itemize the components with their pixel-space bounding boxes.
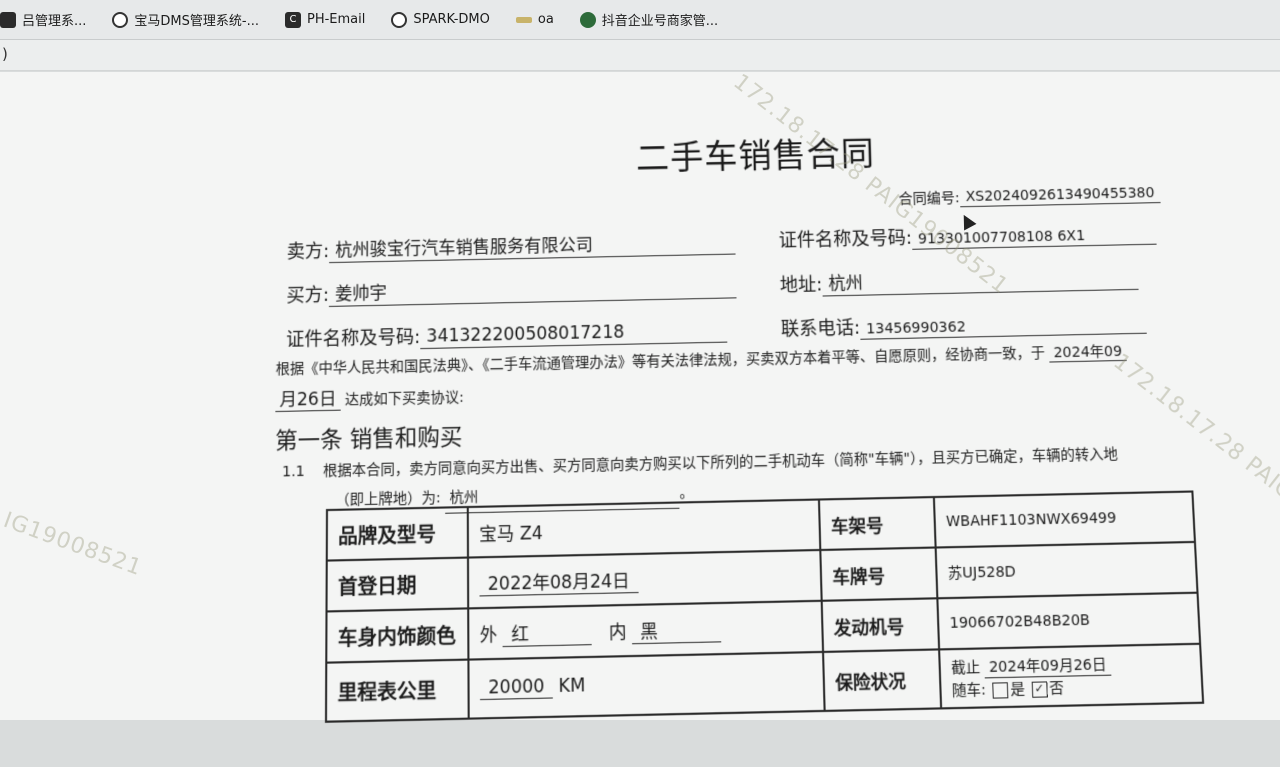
contract-number-value: XS2024092613490455380 [959, 184, 1162, 208]
mileage-label: 里程表公里 [325, 659, 469, 722]
seller-id-label: 证件名称及号码: [778, 227, 913, 252]
bookmark-item-oa[interactable]: oa [515, 12, 554, 27]
clause-number: 1.1 [281, 463, 305, 481]
seller-row: 卖方: 杭州骏宝行汽车销售服务有限公司 [287, 227, 736, 264]
engine-value: 19066702B48B20B [937, 592, 1201, 650]
buyer-value: 姜帅宇 [329, 270, 737, 307]
mileage-value: 20000 [479, 675, 553, 701]
engine-label: 发动机号 [821, 598, 940, 652]
insurance-until-value: 2024年09月26日 [984, 653, 1112, 679]
buyer-row: 买方: 姜帅宇 [286, 270, 737, 308]
color-cell: 外 红 内 黑 [468, 600, 824, 660]
intro-text: 根据《中华人民共和国民法典》、《二手车流通管理办法》等有关法律法规，买卖双方本着… [275, 345, 1046, 378]
watermark: IG19008521 [0, 507, 146, 582]
yes-checkbox[interactable] [992, 681, 1009, 699]
bookmark-item-mgmt[interactable]: 吕管理系... [0, 10, 86, 29]
vin-value: WBAHF1103NWX69499 [933, 491, 1195, 548]
web-icon [0, 11, 16, 28]
c-icon: C [284, 11, 301, 28]
address-label: 地址: [779, 274, 823, 297]
bookmarks-bar: 吕管理系... 宝马DMS管理系统-... C PH-Email SPARK-D… [0, 0, 1280, 40]
reg-date-cell: 2022年08月24日 [467, 549, 822, 609]
yes-label: 是 [1009, 680, 1026, 699]
oa-icon [515, 16, 532, 23]
section-heading: 第一条 销售和购买 [275, 424, 463, 455]
exterior-value: 红 [502, 617, 593, 648]
plate-label: 车牌号 [820, 547, 938, 601]
insurance-label: 保险状况 [823, 649, 942, 711]
bookmark-label: 吕管理系... [22, 14, 87, 29]
seller-value: 杭州骏宝行汽车销售服务有限公司 [329, 227, 736, 264]
contract-content: 二手车销售合同 合同编号: XS2024092613490455380 卖方: … [254, 82, 1214, 766]
bookmark-item-dms[interactable]: 宝马DMS管理系统-... [112, 10, 259, 29]
globe-icon [391, 11, 408, 28]
clause-period: 。 [679, 484, 694, 502]
interior-prefix: 内 [608, 622, 627, 644]
reg-date-label: 首登日期 [326, 557, 469, 612]
no-label: 否 [1048, 679, 1065, 698]
toolbar-fragment: ) [2, 45, 8, 63]
globe-icon [112, 11, 129, 28]
exterior-prefix: 外 [479, 624, 498, 647]
bookmark-item-douyin[interactable]: 抖音企业号商家管... [579, 10, 719, 29]
bookmark-item-spark[interactable]: SPARK-DMO [391, 11, 490, 28]
reg-date-value: 2022年08月24日 [479, 565, 639, 597]
insurance-until-label: 截止 [950, 659, 981, 678]
no-checkbox[interactable]: ✓ [1031, 680, 1048, 698]
secondary-toolbar: ) [0, 40, 1280, 71]
vin-label: 车架号 [818, 497, 936, 550]
brand-label: 品牌及型号 [326, 507, 468, 561]
bookmark-item-email[interactable]: C PH-Email [284, 11, 366, 28]
insurance-cell: 截止 2024年09月26日 随车: 是 ✓ 否 [939, 643, 1204, 709]
plate-value: 苏UJ528D [935, 541, 1198, 599]
bookmark-label: 宝马DMS管理系统-... [134, 14, 259, 29]
bookmark-label: oa [537, 12, 554, 27]
document-page: 二手车销售合同 合同编号: XS2024092613490455380 卖方: … [0, 70, 1280, 722]
intro-date-part-b: 月26日 [275, 388, 341, 413]
mileage-unit: KM [558, 675, 586, 698]
buyer-id-label: 证件名称及号码: [286, 326, 421, 351]
interior-value: 黑 [631, 614, 722, 645]
buyer-label: 买方: [286, 284, 330, 307]
color-label: 车身内饰颜色 [326, 608, 469, 663]
bookmark-label: SPARK-DMO [413, 12, 490, 27]
intro-end: 达成如下买卖协议: [344, 389, 465, 409]
seller-label: 卖方: [286, 240, 330, 263]
bookmark-label: PH-Email [306, 12, 366, 27]
leaf-icon [579, 11, 596, 28]
brand-value: 宝马 Z4 [467, 499, 821, 558]
bookmark-label: 抖音企业号商家管... [601, 14, 719, 29]
with-car-label: 随车: [951, 681, 987, 700]
contract-number-row: 合同编号: XS2024092613490455380 [898, 183, 1162, 209]
mileage-cell: 20000 KM [468, 651, 825, 719]
phone-label: 联系电话: [780, 317, 861, 341]
vehicle-table: 品牌及型号 宝马 Z4 车架号 WBAHF1103NWX69499 首登日期 2… [325, 490, 1204, 722]
